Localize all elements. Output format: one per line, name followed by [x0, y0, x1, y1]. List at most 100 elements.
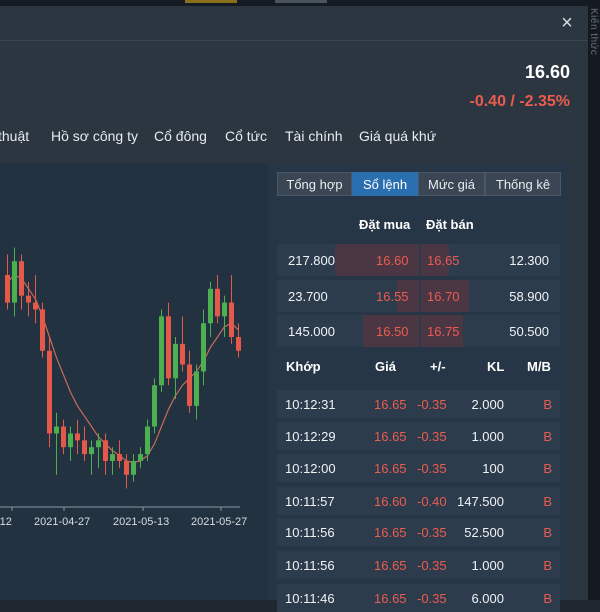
- match-volume: 1.000: [471, 429, 504, 444]
- candle: [166, 302, 171, 386]
- candle-body: [152, 385, 157, 427]
- price-change: -0.40 / -2.35%: [469, 93, 571, 110]
- tab-financials[interactable]: Tài chính: [285, 128, 343, 144]
- match-side: B: [543, 494, 552, 509]
- candle-body: [110, 454, 115, 461]
- candle: [215, 275, 220, 324]
- candle-body: [82, 440, 87, 455]
- x-tick-label: 2021-05-13: [113, 516, 169, 528]
- candle-body: [159, 316, 164, 386]
- match-change: -0.35: [417, 525, 447, 540]
- tab-price-history[interactable]: Giá quá khứ: [359, 128, 436, 144]
- candle-body: [61, 426, 66, 448]
- candle-body: [208, 288, 213, 324]
- bid-price: 16.60: [376, 253, 409, 268]
- ask-volume: 58.900: [509, 289, 549, 304]
- bid-volume: 145.000: [288, 324, 335, 339]
- subtab-order-book[interactable]: Sổ lệnh: [352, 172, 418, 196]
- bid-header: Đặt mua: [359, 217, 411, 232]
- tab-shareholders[interactable]: Cổ đông: [154, 128, 207, 144]
- bid-volume: 23.700: [288, 289, 328, 304]
- match-time: 10:12:29: [285, 429, 336, 444]
- bid-price: 16.55: [376, 289, 409, 304]
- top-strip-segment: [275, 0, 327, 3]
- candle: [12, 247, 17, 317]
- candle: [68, 426, 73, 461]
- subtab-statistics[interactable]: Thống kê: [485, 172, 561, 196]
- candle: [19, 254, 24, 310]
- candle: [47, 337, 52, 448]
- match-price: 16.65: [374, 525, 407, 540]
- header-divider: [0, 40, 588, 41]
- candle: [82, 426, 87, 461]
- candle-body: [180, 343, 185, 365]
- candle: [194, 364, 199, 420]
- match-row: 10:12:00 16.65 -0.35 100 B: [277, 454, 560, 482]
- candle-body: [68, 433, 73, 448]
- candle: [75, 419, 80, 455]
- candle-body: [47, 350, 52, 434]
- candle-body: [26, 295, 31, 303]
- ask-price: 16.65: [427, 253, 460, 268]
- candle: [89, 440, 94, 475]
- candle-body: [103, 440, 108, 461]
- match-change: -0.40: [417, 494, 447, 509]
- candle-body: [19, 261, 24, 296]
- match-side: B: [543, 397, 552, 412]
- match-side: B: [543, 558, 552, 573]
- match-volume: 6.000: [471, 591, 504, 606]
- candle-body: [54, 426, 59, 434]
- candle: [138, 447, 143, 468]
- candle: [180, 316, 185, 372]
- candle-body: [194, 371, 199, 406]
- match-volume: 100: [482, 461, 504, 476]
- candle-body: [201, 323, 206, 372]
- candle-body: [187, 364, 192, 406]
- candle-body: [145, 426, 150, 455]
- subtab-summary[interactable]: Tổng hợp: [277, 172, 352, 196]
- candle-body: [5, 275, 10, 303]
- match-price: 16.65: [374, 461, 407, 476]
- match-time: 10:12:00: [285, 461, 336, 476]
- volume-header: KL: [487, 359, 505, 374]
- match-volume: 1.000: [471, 558, 504, 573]
- match-row: 10:11:46 16.65 -0.35 6.000 B: [277, 584, 560, 612]
- order-book-row: 145.000 16.50 16.75 50.500: [277, 315, 560, 347]
- close-icon[interactable]: ×: [556, 12, 578, 34]
- price-header: Giá: [375, 359, 396, 374]
- subtab-price-levels[interactable]: Mức giá: [418, 172, 485, 196]
- candle: [229, 275, 234, 344]
- tab-company-profile[interactable]: Hồ sơ công ty: [51, 128, 138, 144]
- order-book-row: 217.800 16.60 16.65 12.300: [277, 244, 560, 276]
- candle-body: [138, 454, 143, 461]
- match-volume: 2.000: [471, 397, 504, 412]
- candle: [131, 454, 136, 482]
- candle-body: [96, 440, 101, 448]
- tab-dividends[interactable]: Cổ tức: [225, 128, 267, 144]
- match-time: 10:11:46: [285, 591, 335, 606]
- match-price: 16.60: [374, 494, 407, 509]
- candle-body: [33, 302, 38, 310]
- price-chart[interactable]: -12 2021-04-27 2021-05-13 2021-05-27: [0, 163, 268, 600]
- candle: [103, 433, 108, 475]
- match-change: -0.35: [417, 461, 447, 476]
- ask-header: Đặt bán: [426, 217, 474, 232]
- candle-body: [75, 433, 80, 441]
- time-header: Khớp: [286, 359, 321, 374]
- candle: [159, 309, 164, 393]
- match-time: 10:11:56: [285, 525, 335, 540]
- candle-body: [40, 309, 45, 351]
- tab-technical[interactable]: thuật: [0, 128, 29, 144]
- candle-body: [117, 454, 122, 461]
- candle-body: [131, 460, 136, 475]
- match-change: -0.35: [417, 429, 447, 444]
- order-book-row: 23.700 16.55 16.70 58.900: [277, 280, 560, 312]
- candle-body: [124, 460, 129, 475]
- change-header: +/-: [430, 359, 446, 374]
- candle: [187, 350, 192, 413]
- match-price: 16.65: [374, 397, 407, 412]
- side-label[interactable]: Kiến thức: [588, 8, 599, 55]
- candle: [61, 419, 66, 455]
- match-side: B: [543, 525, 552, 540]
- candle: [222, 295, 227, 338]
